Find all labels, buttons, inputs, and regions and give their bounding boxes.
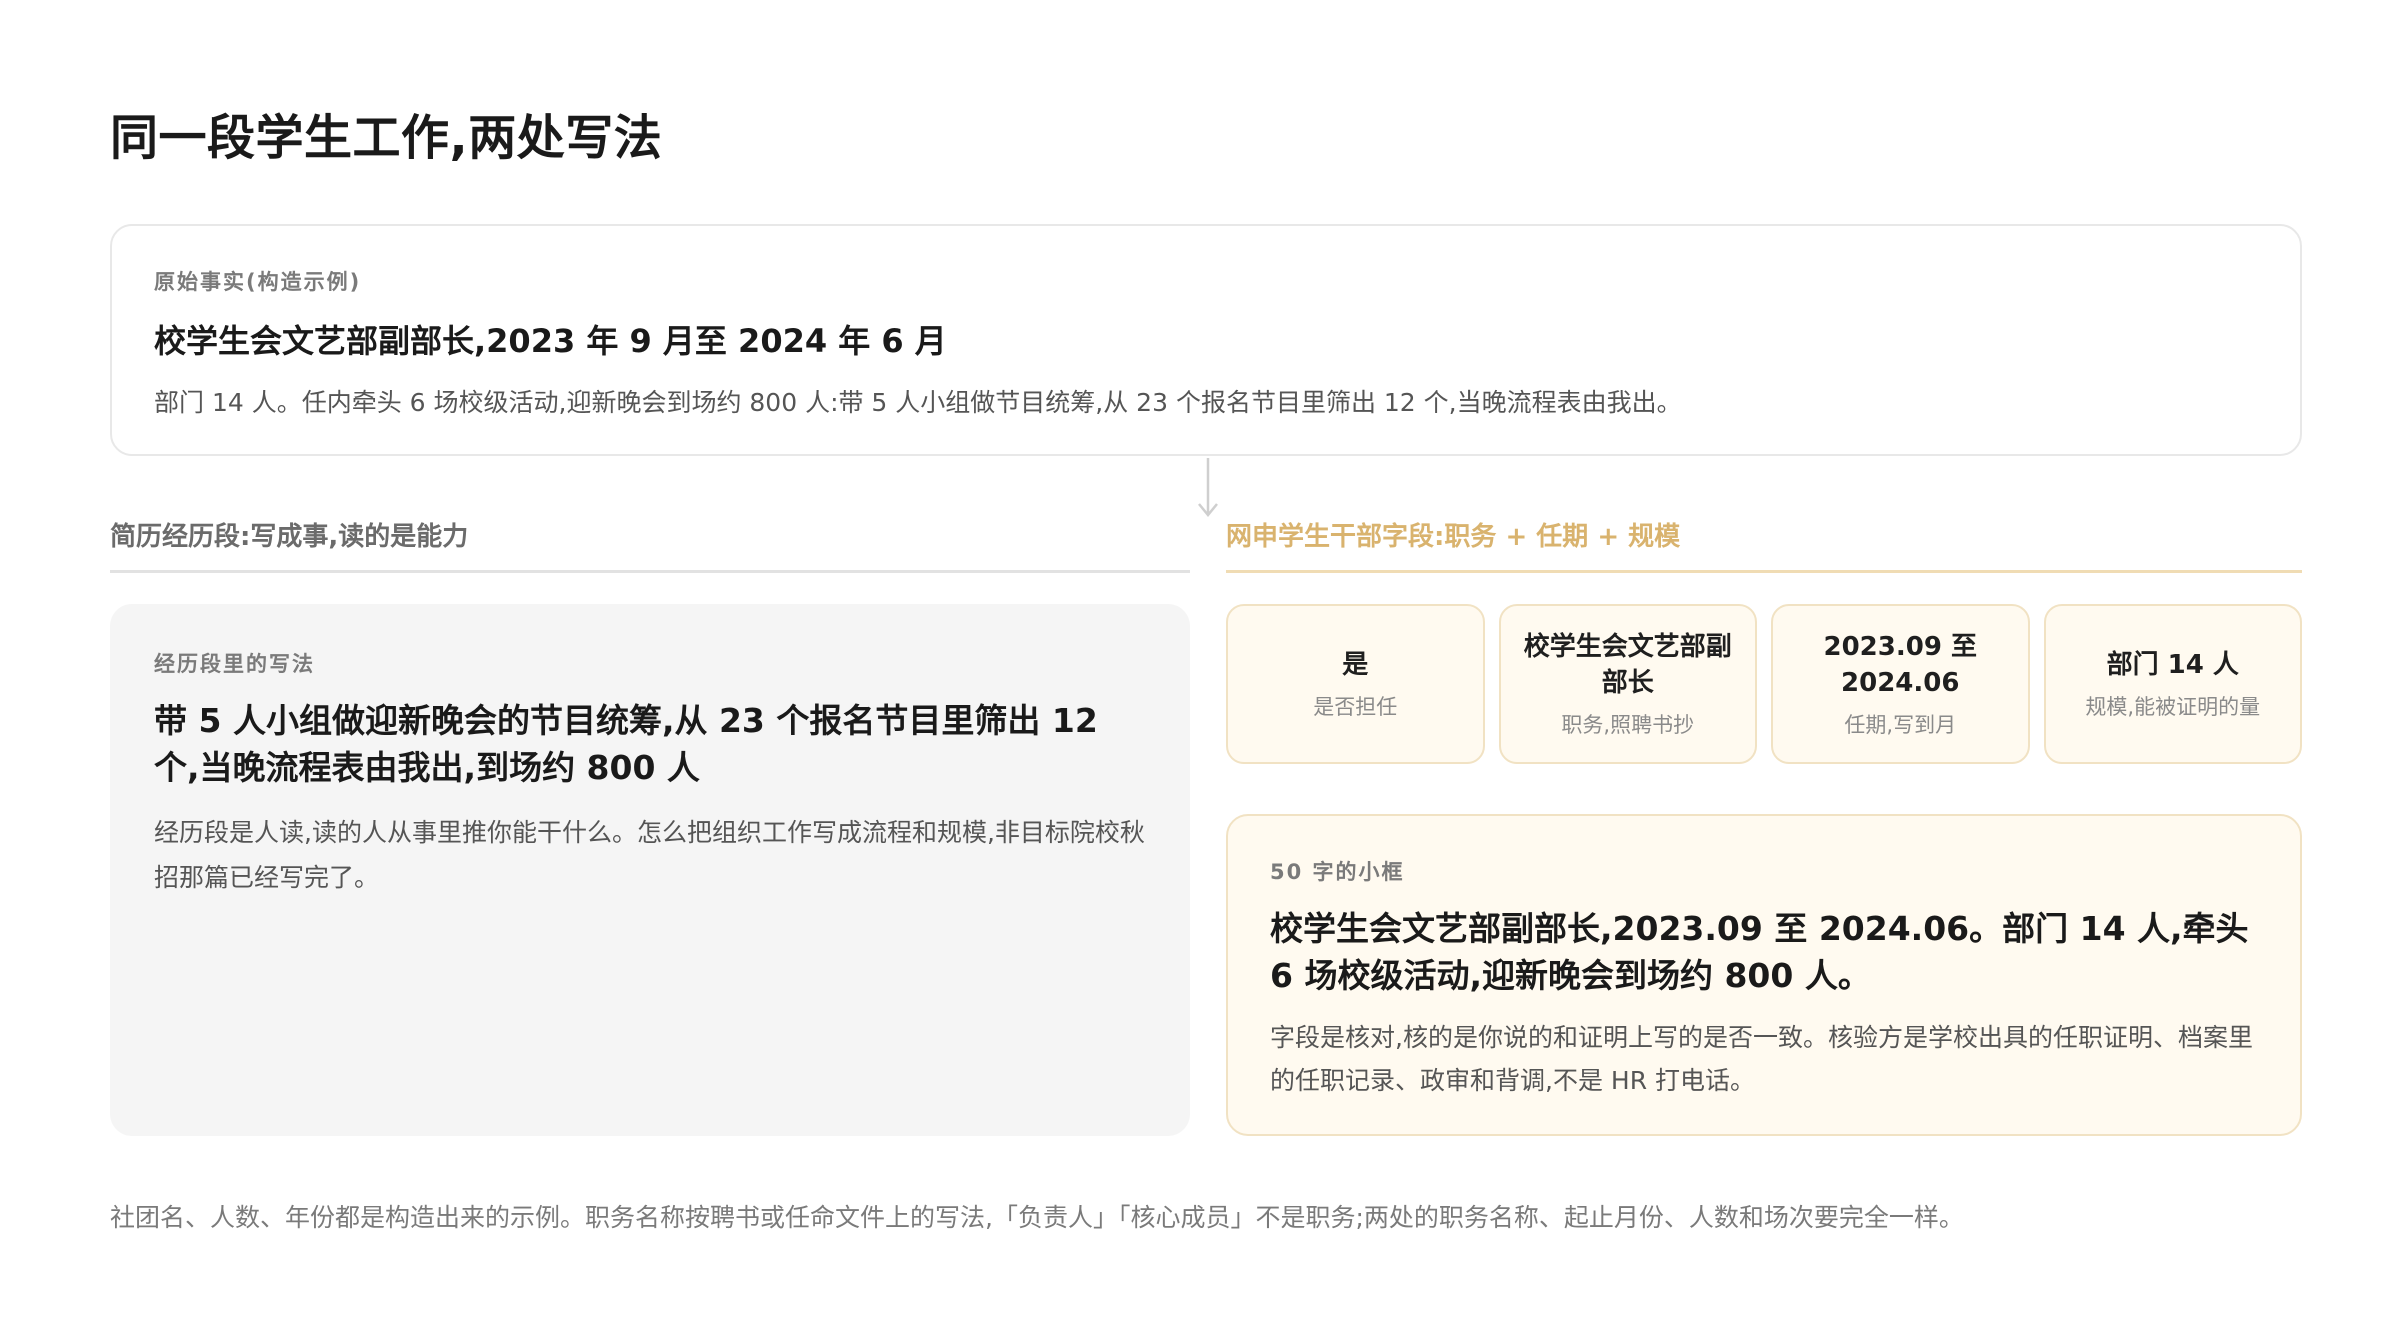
page-title: 同一段学生工作,两处写法 (110, 110, 663, 166)
field-scale: 部门 14 人 规模,能被证明的量 (2043, 604, 2302, 764)
resume-headline: 带 5 人小组做迎新晚会的节目统筹,从 23 个报名节目里筛出 12 个,当晚流… (154, 701, 1098, 787)
field-value: 校学生会文艺部副部长 (1523, 631, 1732, 698)
short-box-eyebrow: 50 字的小框 (1270, 860, 1405, 884)
field-term: 2023.09 至 2024.06 任期,写到月 (1771, 604, 2030, 764)
resume-section-label: 简历经历段:写成事,读的是能力 (110, 522, 469, 552)
field-note: 职务,照聘书抄 (1561, 713, 1695, 738)
resume-example-card: 经历段里的写法 带 5 人小组做迎新晚会的节目统筹,从 23 个报名节目里筛出 … (110, 604, 1190, 1136)
resume-eyebrow: 经历段里的写法 (154, 652, 315, 676)
application-field-row: 是 是否担任 校学生会文艺部副部长 职务,照聘书抄 2023.09 至 2024… (1226, 604, 2302, 764)
field-note: 任期,写到月 (1844, 713, 1957, 738)
resume-section-divider (110, 570, 1190, 573)
source-eyebrow: 原始事实(构造示例) (154, 270, 362, 294)
field-note: 规模,能被证明的量 (2085, 695, 2261, 720)
source-headline: 校学生会文艺部副部长,2023 年 9 月至 2024 年 6 月 (154, 322, 947, 360)
source-body: 部门 14 人。任内牵头 6 场校级活动,迎新晚会到场约 800 人:带 5 人… (154, 388, 1682, 417)
short-box-card: 50 字的小框 校学生会文艺部副部长,2023.09 至 2024.06。部门 … (1226, 814, 2302, 1136)
field-value: 2023.09 至 2024.06 (1823, 631, 1977, 698)
arrow-down-icon (1198, 458, 1218, 517)
field-value: 部门 14 人 (2106, 649, 2239, 680)
field-note: 是否担任 (1313, 695, 1398, 720)
short-box-headline: 校学生会文艺部副部长,2023.09 至 2024.06。部门 14 人,牵头 … (1270, 909, 2249, 995)
field-value: 是 (1342, 649, 1369, 680)
field-served: 是 是否担任 (1226, 604, 1485, 764)
resume-body: 经历段是人读,读的人从事里推你能干什么。怎么把组织工作写成流程和规模,非目标院校… (154, 817, 1145, 892)
application-section-label: 网申学生干部字段:职务 + 任期 + 规模 (1226, 522, 1681, 552)
field-position: 校学生会文艺部副部长 职务,照聘书抄 (1498, 604, 1757, 764)
application-section-divider (1226, 570, 2302, 573)
short-box-body: 字段是核对,核的是你说的和证明上写的是否一致。核验方是学校出具的任职证明、档案里… (1270, 1022, 2253, 1096)
footnote: 社团名、人数、年份都是构造出来的示例。职务名称按聘书或任命文件上的写法,「负责人… (110, 1203, 1964, 1232)
source-facts-card: 原始事实(构造示例) 校学生会文艺部副部长,2023 年 9 月至 2024 年… (110, 224, 2302, 456)
